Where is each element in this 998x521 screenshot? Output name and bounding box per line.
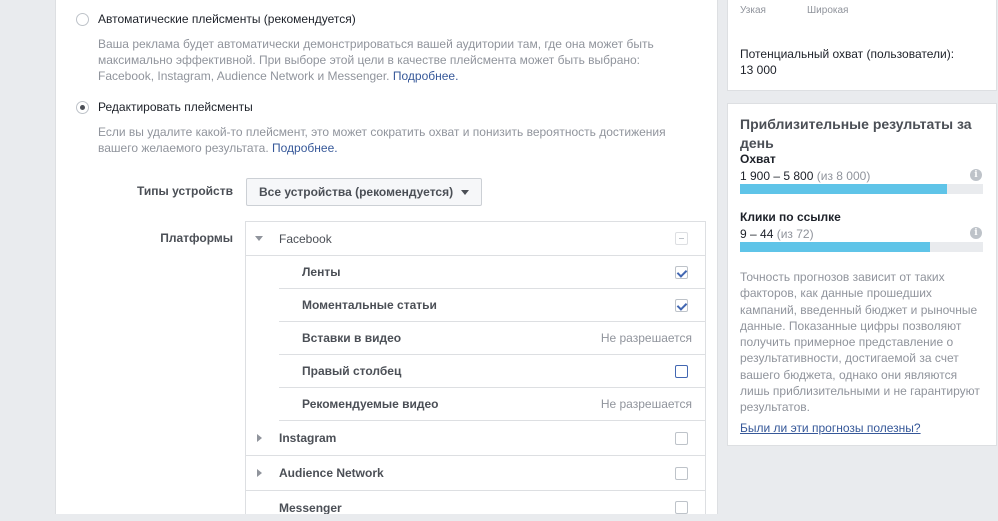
- platform-name: Messenger: [279, 500, 342, 515]
- instant-articles-checkbox[interactable]: [675, 298, 688, 312]
- auto-more-link[interactable]: Подробнее.: [393, 69, 459, 83]
- clicks-bar-fill: [740, 242, 930, 252]
- placement-row-suggested-videos: Рекомендуемые видео Не разрешается: [279, 388, 705, 421]
- auto-placements-radio[interactable]: [76, 13, 89, 26]
- info-icon[interactable]: i: [970, 227, 982, 239]
- placements-panel: Автоматические плейсменты (рекомендуется…: [55, 0, 718, 514]
- right-column-checkbox[interactable]: [675, 364, 688, 378]
- accuracy-note: Точность прогнозов зависит от таких факт…: [740, 270, 980, 415]
- clicks-label: Клики по ссылке: [740, 210, 841, 224]
- platform-row-instagram[interactable]: Instagram: [246, 421, 705, 456]
- audience-definition-card: Узкая Широкая Потенциальный охват (польз…: [727, 0, 997, 91]
- info-icon[interactable]: i: [970, 169, 982, 181]
- platform-name: Facebook: [279, 231, 332, 246]
- platforms-label: Платформы: [160, 231, 233, 245]
- feeds-checkbox[interactable]: [675, 265, 688, 279]
- collapse-triangle-icon[interactable]: [255, 236, 263, 241]
- edit-more-link[interactable]: Подробнее.: [272, 141, 338, 155]
- estimates-title: Приблизительные результаты за день: [740, 116, 972, 151]
- not-allowed-text: Не разрешается: [600, 397, 692, 411]
- potential-reach-value: 13 000: [740, 63, 777, 77]
- platform-row-facebook[interactable]: Facebook: [246, 222, 705, 256]
- placement-row-right-column[interactable]: Правый столбец: [279, 355, 705, 388]
- reach-bar: [740, 184, 983, 194]
- clicks-bar: [740, 242, 983, 252]
- platform-row-audience-network[interactable]: Audience Network: [246, 456, 705, 491]
- placement-name: Вставки в видео: [302, 331, 402, 345]
- edit-placements-label: Редактировать плейсменты: [98, 100, 253, 114]
- edit-placements-radio[interactable]: [76, 101, 89, 114]
- reach-label: Охват: [740, 152, 776, 166]
- auto-placements-label: Автоматические плейсменты (рекомендуется…: [98, 12, 356, 26]
- platform-name: Audience Network: [279, 466, 384, 480]
- auto-placements-description: Ваша реклама будет автоматически демонст…: [98, 37, 654, 83]
- potential-reach: Потенциальный охват (пользователи): 13 0…: [740, 46, 980, 78]
- reach-value: 1 900 – 5 800 (из 8 000): [740, 169, 871, 183]
- placement-name: Правый столбец: [302, 364, 402, 378]
- device-types-label: Типы устройств: [137, 184, 233, 198]
- not-allowed-text: Не разрешается: [600, 331, 692, 345]
- clicks-value: 9 – 44 (из 72): [740, 227, 814, 241]
- edit-placements-option[interactable]: Редактировать плейсменты: [76, 100, 253, 114]
- platform-row-messenger[interactable]: Messenger: [246, 491, 705, 514]
- reach-bar-fill: [740, 184, 947, 194]
- potential-reach-label: Потенциальный охват (пользователи):: [740, 47, 955, 61]
- facebook-checkbox[interactable]: [675, 232, 688, 245]
- expand-triangle-icon[interactable]: [257, 469, 262, 477]
- placement-name: Рекомендуемые видео: [302, 397, 439, 411]
- audience-narrow-label: Узкая: [740, 5, 766, 16]
- placement-row-in-stream-video: Вставки в видео Не разрешается: [279, 322, 705, 355]
- placement-name: Моментальные статьи: [302, 298, 437, 312]
- audience-network-checkbox[interactable]: [675, 466, 688, 480]
- device-types-dropdown[interactable]: Все устройства (рекомендуется): [246, 178, 482, 206]
- platforms-list: Facebook Ленты Моментальные статьи Встав…: [245, 221, 706, 514]
- audience-wide-label: Широкая: [807, 5, 849, 16]
- messenger-checkbox[interactable]: [675, 501, 688, 514]
- placement-row-instant-articles[interactable]: Моментальные статьи: [279, 289, 705, 322]
- auto-placements-option[interactable]: Автоматические плейсменты (рекомендуется…: [76, 12, 356, 26]
- expand-triangle-icon[interactable]: [257, 434, 262, 442]
- device-types-value: Все устройства (рекомендуется): [259, 185, 454, 199]
- estimated-results-card: Приблизительные результаты за день Охват…: [727, 103, 997, 446]
- placement-row-feeds[interactable]: Ленты: [279, 256, 705, 289]
- feedback-link[interactable]: Были ли эти прогнозы полезны?: [740, 421, 921, 435]
- placement-name: Ленты: [302, 265, 341, 279]
- edit-placements-description: Если вы удалите какой-то плейсмент, это …: [98, 125, 666, 155]
- instagram-checkbox[interactable]: [675, 431, 688, 445]
- caret-down-icon: [461, 189, 470, 195]
- platform-name: Instagram: [279, 431, 337, 445]
